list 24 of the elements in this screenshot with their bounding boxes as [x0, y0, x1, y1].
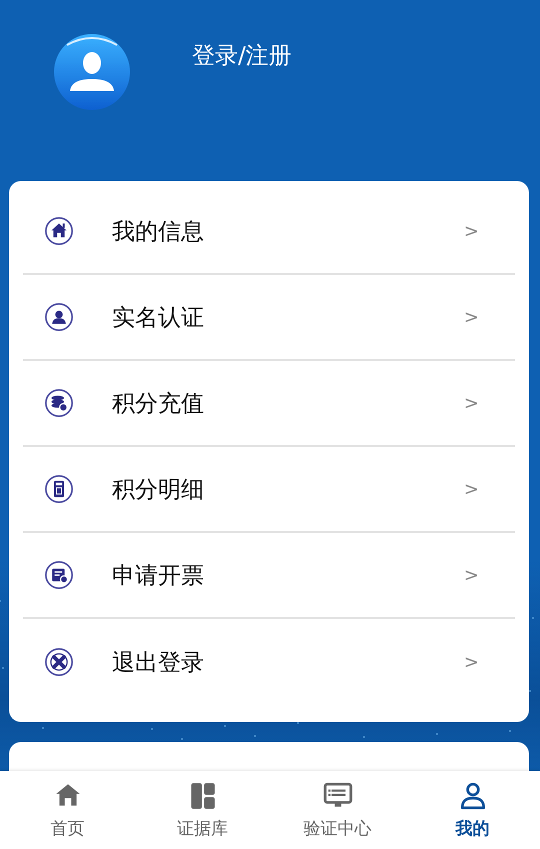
login-register-link[interactable]: 登录/注册	[192, 42, 292, 70]
chevron-icon: >	[464, 652, 479, 672]
receipt-icon	[44, 474, 74, 504]
tab[interactable]: 首页	[0, 771, 135, 849]
avatar-icon	[53, 33, 131, 111]
menu-item[interactable]: 我的信息 >	[23, 189, 515, 275]
tab[interactable]: 证据库	[135, 771, 270, 849]
home-icon	[44, 216, 74, 246]
chevron-icon: >	[464, 392, 479, 414]
coins-icon	[44, 388, 74, 418]
close-icon	[44, 647, 74, 677]
menu-item[interactable]: 申请开票 >	[23, 533, 515, 619]
menu-item[interactable]: 实名认证 >	[23, 275, 515, 361]
tab[interactable]: 验证中心	[270, 771, 405, 849]
invoice-icon	[44, 560, 74, 590]
chevron-icon: >	[464, 564, 479, 586]
chevron-icon: >	[464, 478, 479, 500]
menu-item[interactable]: 积分明细 >	[23, 447, 515, 533]
menu-item[interactable]: 退出登录 >	[23, 619, 515, 705]
user-icon	[44, 302, 74, 332]
chevron-icon: >	[464, 306, 479, 328]
tab[interactable]: 我的	[405, 771, 540, 849]
chevron-icon: >	[464, 220, 479, 242]
menu-item[interactable]: 积分充值 >	[23, 361, 515, 447]
